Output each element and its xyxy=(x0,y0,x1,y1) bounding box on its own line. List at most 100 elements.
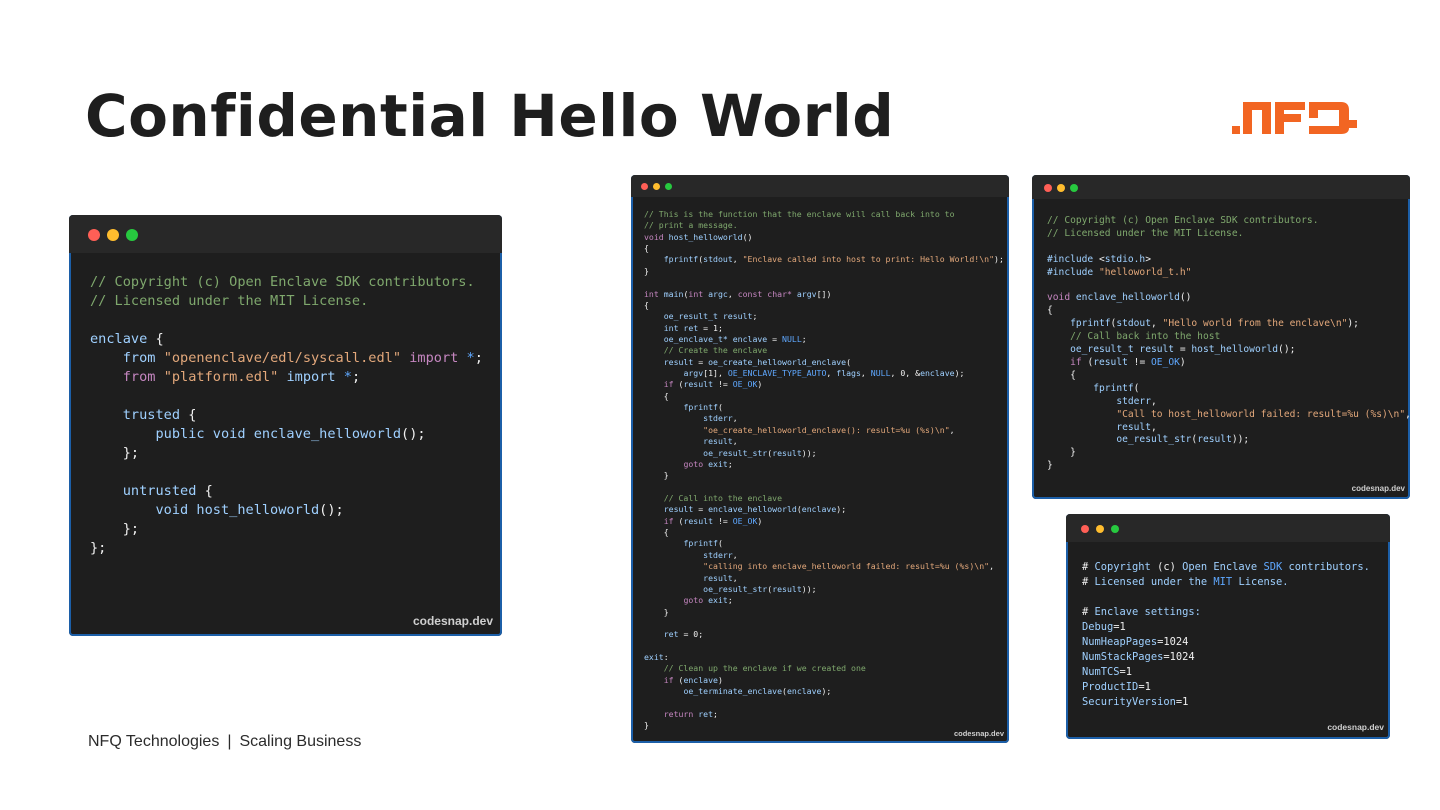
codesnap-watermark: codesnap.dev xyxy=(1327,722,1384,732)
minimize-dot-icon xyxy=(653,183,660,190)
code-line: # Copyright (c) Open Enclave SDK contrib… xyxy=(1082,561,1370,573)
code-line: }; xyxy=(90,445,140,461)
code-line: argv[1], OE_ENCLAVE_TYPE_AUTO, flags, NU… xyxy=(683,368,965,379)
code-line: oe_result_t result = host_helloworld(); xyxy=(1070,344,1296,356)
code-line: void enclave_helloworld() xyxy=(1047,292,1192,304)
code-line: fprintf(stdout, "Enclave called into hos… xyxy=(663,254,1004,265)
window-titlebar xyxy=(69,215,502,253)
code-line: oe_result_str(result)); xyxy=(703,447,817,458)
footer-tagline: Scaling Business xyxy=(239,733,362,750)
code-line: stderr, xyxy=(703,413,738,424)
code-line: oe_enclave_t* enclave = NULL; xyxy=(663,333,807,344)
code-line: { xyxy=(1047,305,1053,317)
footer-separator: | xyxy=(227,733,232,750)
code-line: ProductID=1 xyxy=(1082,681,1151,693)
close-dot-icon xyxy=(641,183,648,190)
close-dot-icon xyxy=(88,229,100,241)
code-line: goto exit; xyxy=(683,595,733,606)
code-line: fprintf( xyxy=(683,402,723,413)
code-line: } xyxy=(644,265,649,276)
code-block: // Copyright (c) Open Enclave SDK contri… xyxy=(1047,215,1410,473)
code-line: }; xyxy=(90,521,140,537)
code-window-config: # Copyright (c) Open Enclave SDK contrib… xyxy=(1066,514,1390,739)
code-line: }; xyxy=(90,540,107,556)
code-line: stderr, xyxy=(703,549,738,560)
code-line: NumStackPages=1024 xyxy=(1082,651,1195,663)
window-titlebar xyxy=(1032,175,1410,199)
code-line: trusted { xyxy=(122,407,197,423)
code-window-edl: // Copyright (c) Open Enclave SDK contri… xyxy=(69,215,502,636)
code-line: ret = 0; xyxy=(663,629,704,640)
code-line: int ret = 1; xyxy=(663,322,723,333)
codesnap-watermark: codesnap.dev xyxy=(1351,484,1405,493)
code-line: return ret; xyxy=(663,708,718,719)
code-line: } xyxy=(644,720,649,731)
code-line: if (result != OE_OK) xyxy=(663,379,763,390)
maximize-dot-icon xyxy=(126,229,138,241)
code-line: "Call to host_helloworld failed: result=… xyxy=(1116,408,1410,420)
code-line: #include <stdio.h> xyxy=(1047,253,1151,265)
code-line: enclave { xyxy=(90,331,164,347)
footer-company: NFQ Technologies xyxy=(88,733,220,750)
code-line: // print a message. xyxy=(644,220,738,231)
code-line: if (enclave) xyxy=(663,674,723,685)
code-block: // Copyright (c) Open Enclave SDK contri… xyxy=(90,273,483,558)
code-line: void host_helloworld() xyxy=(644,231,753,242)
code-block: // This is the function that the enclave… xyxy=(644,209,1004,732)
code-line: { xyxy=(644,527,669,538)
close-dot-icon xyxy=(1081,525,1089,533)
code-line: // Create the enclave xyxy=(663,345,768,356)
code-line: "calling into enclave_helloworld failed:… xyxy=(703,561,994,572)
codesnap-watermark: codesnap.dev xyxy=(953,729,1004,738)
code-line: // Copyright (c) Open Enclave SDK contri… xyxy=(90,274,475,290)
code-line: // Clean up the enclave if we created on… xyxy=(663,663,866,674)
code-line: { xyxy=(644,299,649,310)
code-line: goto exit; xyxy=(683,458,733,469)
code-window-host: // This is the function that the enclave… xyxy=(631,175,1009,743)
codesnap-watermark: codesnap.dev xyxy=(412,614,493,628)
code-line: int main(int argc, const char* argv[]) xyxy=(644,288,832,299)
minimize-dot-icon xyxy=(107,229,119,241)
code-line: // Call into the enclave xyxy=(663,492,783,503)
nfq-logo xyxy=(1232,102,1357,134)
close-dot-icon xyxy=(1044,184,1052,192)
code-line: } xyxy=(644,470,669,481)
code-line: // Licensed under the MIT License. xyxy=(90,293,369,309)
code-line: exit: xyxy=(644,652,669,663)
code-line: // Licensed under the MIT License. xyxy=(1047,227,1244,239)
code-window-enclave: // Copyright (c) Open Enclave SDK contri… xyxy=(1032,175,1410,499)
code-line: fprintf( xyxy=(1093,382,1140,394)
code-line: "oe_create_helloworld_enclave(): result=… xyxy=(703,424,955,435)
code-line: NumTCS=1 xyxy=(1082,666,1133,678)
maximize-dot-icon xyxy=(1111,525,1119,533)
code-line: oe_result_str(result)); xyxy=(1116,434,1250,446)
code-line: # Enclave settings: xyxy=(1082,606,1201,618)
code-line: fprintf( xyxy=(683,538,723,549)
code-line: // This is the function that the enclave… xyxy=(644,209,955,219)
window-titlebar xyxy=(631,175,1009,197)
code-block: # Copyright (c) Open Enclave SDK contrib… xyxy=(1082,560,1370,710)
footer: NFQ Technologies | Scaling Business xyxy=(88,733,361,751)
code-line: oe_result_t result; xyxy=(663,311,758,322)
window-titlebar xyxy=(1066,514,1390,542)
code-line: stderr, xyxy=(1116,395,1157,407)
code-line: oe_terminate_enclave(enclave); xyxy=(683,686,832,697)
code-line: untrusted { xyxy=(122,483,213,499)
code-line: Debug=1 xyxy=(1082,621,1126,633)
maximize-dot-icon xyxy=(665,183,672,190)
code-line: // Call back into the host xyxy=(1070,331,1221,343)
minimize-dot-icon xyxy=(1096,525,1104,533)
code-line: NumHeapPages=1024 xyxy=(1082,636,1189,648)
code-line: if (result != OE_OK) xyxy=(663,515,763,526)
code-line: from "platform.edl" import *; xyxy=(122,369,361,385)
code-line: SecurityVersion=1 xyxy=(1082,696,1189,708)
slide-title: Confidential Hello World xyxy=(85,82,895,150)
code-line: oe_result_str(result)); xyxy=(703,583,817,594)
minimize-dot-icon xyxy=(1057,184,1065,192)
code-line: { xyxy=(644,390,669,401)
code-line: from "openenclave/edl/syscall.edl" impor… xyxy=(122,350,483,366)
code-line: } xyxy=(644,606,669,617)
code-line: result, xyxy=(1116,421,1157,433)
code-line: #include "helloworld_t.h" xyxy=(1047,266,1192,278)
code-line: fprintf(stdout, "Hello world from the en… xyxy=(1070,318,1359,330)
